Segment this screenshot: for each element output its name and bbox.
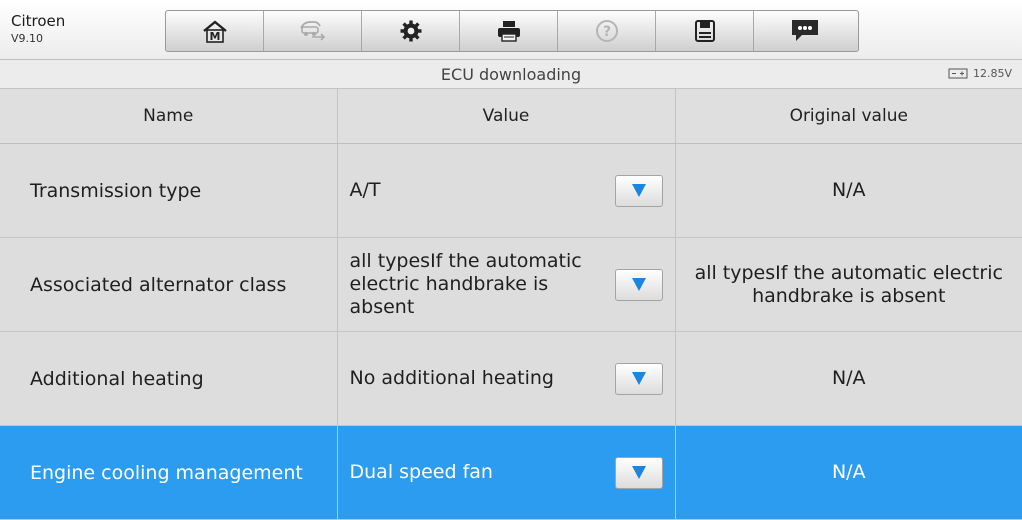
gear-icon — [400, 20, 421, 42]
value-cell: Dual speed fan — [337, 425, 676, 520]
home-icon: M — [202, 20, 227, 43]
table-row[interactable]: Transmission type A/T N/A — [0, 143, 1022, 238]
value-cell: all typesIf the automatic electric handb… — [337, 237, 676, 332]
settings-button[interactable] — [362, 11, 460, 51]
app-version: V9.10 — [11, 32, 44, 45]
help-icon: ? — [595, 20, 618, 42]
row-original-value: N/A — [675, 425, 1022, 520]
row-value: No additional heating — [349, 367, 554, 389]
row-original-value: N/A — [675, 331, 1022, 426]
battery-icon — [948, 68, 968, 79]
table-row[interactable]: Additional heating No additional heating… — [0, 331, 1022, 426]
column-header-original-value: Original value — [675, 89, 1022, 144]
home-button[interactable]: M — [166, 11, 264, 51]
row-name: Transmission type — [0, 143, 338, 238]
row-name: Associated alternator class — [0, 237, 338, 332]
brand-block: Citroen V9.10 — [11, 13, 65, 46]
value-cell: No additional heating — [337, 331, 676, 426]
table-row-selected[interactable]: Engine cooling management Dual speed fan… — [0, 425, 1022, 520]
message-button[interactable] — [754, 11, 856, 51]
svg-text:M: M — [209, 30, 220, 43]
row-value: A/T — [349, 179, 381, 201]
table-header-row: Name Value Original value — [0, 89, 1022, 144]
value-dropdown-button[interactable] — [614, 362, 663, 395]
chevron-down-icon — [631, 466, 646, 479]
help-button[interactable]: ? — [558, 11, 656, 51]
row-name: Engine cooling management — [0, 425, 338, 520]
top-bar: Citroen V9.10 M ? — [0, 0, 1022, 60]
table-row[interactable]: Associated alternator class all typesIf … — [0, 237, 1022, 332]
status-bar: ECU downloading 12.85V — [0, 60, 1022, 89]
column-header-name: Name — [0, 89, 338, 144]
value-dropdown-button[interactable] — [614, 174, 663, 207]
row-original-value: N/A — [675, 143, 1022, 238]
row-original-value: all typesIf the automatic electric handb… — [675, 237, 1022, 332]
value-dropdown-button[interactable] — [614, 456, 663, 489]
chevron-down-icon — [631, 372, 646, 385]
value-dropdown-button[interactable] — [614, 268, 663, 301]
printer-icon — [497, 21, 520, 42]
row-value: all typesIf the automatic electric handb… — [349, 250, 582, 318]
save-icon — [694, 20, 715, 42]
brand-name: Citroen — [11, 12, 66, 30]
page-title: ECU downloading — [440, 65, 582, 84]
main-toolbar: M ? — [165, 10, 859, 52]
print-button[interactable] — [460, 11, 558, 51]
save-button[interactable] — [656, 11, 754, 51]
row-name: Additional heating — [0, 331, 338, 426]
vehicle-swap-button[interactable] — [264, 11, 362, 51]
chevron-down-icon — [631, 278, 646, 291]
row-value: Dual speed fan — [349, 461, 493, 483]
vehicle-swap-icon — [299, 21, 325, 41]
battery-voltage: 12.85V — [972, 67, 1012, 80]
parameter-table: Name Value Original value Transmission t… — [0, 89, 1022, 520]
value-cell: A/T — [337, 143, 676, 238]
chevron-down-icon — [631, 184, 646, 197]
svg-text:?: ? — [602, 24, 610, 40]
column-header-value: Value — [337, 89, 676, 144]
message-icon — [792, 20, 818, 41]
battery-indicator: 12.85V — [948, 67, 1012, 80]
